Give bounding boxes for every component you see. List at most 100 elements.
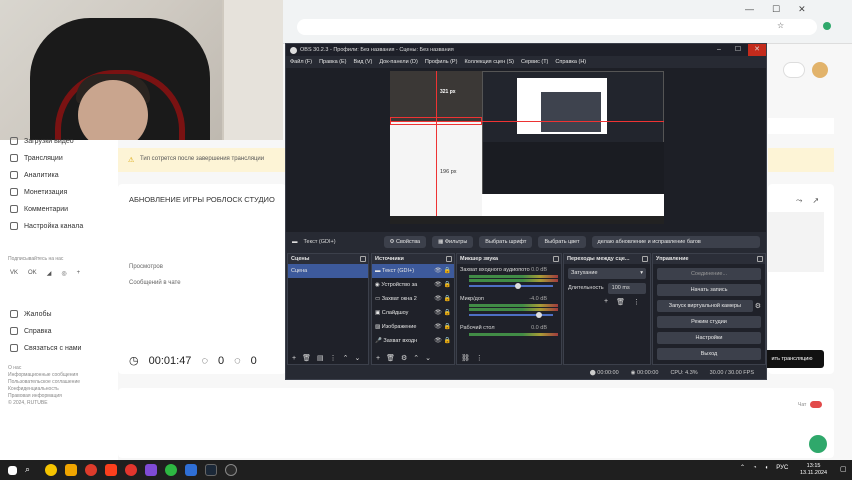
sidebar-item-complaints[interactable]: Жалобы — [10, 310, 52, 318]
bookmark-icon[interactable]: ☆ — [777, 21, 784, 30]
footer-link[interactable]: Информационные сообщения — [8, 372, 80, 379]
source-item[interactable]: ◉ Устройство за 👁 🔒 — [372, 278, 454, 292]
move-down-icon[interactable]: ⌄ — [425, 354, 431, 362]
close-icon[interactable]: ✕ — [798, 4, 806, 14]
move-up-icon[interactable]: ⌃ — [343, 354, 349, 362]
sidebar-item-analytics[interactable]: Аналитика — [10, 171, 59, 179]
tg-icon[interactable]: ◢ — [47, 270, 52, 277]
search-icon[interactable]: ⌕ — [25, 464, 37, 476]
properties-button[interactable]: ⚙ Свойства — [383, 236, 427, 248]
add-icon[interactable]: + — [376, 355, 380, 362]
transition-type-select[interactable]: Затухание ▾ — [568, 268, 646, 279]
external-link-icon[interactable]: ↗ — [812, 196, 819, 206]
scene-item[interactable]: Сцена — [288, 264, 368, 278]
app-icon[interactable] — [45, 464, 57, 476]
game-icon[interactable] — [145, 464, 157, 476]
source-item[interactable]: 🎤 Захват входн 👁 🔒 — [372, 334, 454, 348]
profile-icon[interactable] — [823, 22, 831, 30]
gear-icon[interactable]: ⚙ — [401, 354, 407, 362]
move-up-icon[interactable]: ⌃ — [413, 354, 419, 362]
sidebar-item-uploads[interactable]: Загрузки видео — [10, 137, 74, 145]
store-icon[interactable] — [185, 464, 197, 476]
visibility-lock-icons[interactable]: 👁 🔒 — [434, 264, 451, 278]
support-chat-button[interactable] — [809, 435, 827, 453]
dock-popout-icon[interactable] — [757, 256, 763, 262]
remove-icon[interactable]: 🗑 — [386, 354, 395, 362]
add-icon[interactable]: + — [604, 298, 608, 306]
more-icon[interactable]: ⋮ — [633, 298, 640, 306]
dock-popout-icon[interactable] — [360, 256, 366, 262]
dzen-icon[interactable]: ◎ — [61, 270, 66, 277]
folder-icon[interactable] — [65, 464, 77, 476]
menu-tools[interactable]: Сервис (T) — [521, 59, 548, 65]
menu-file[interactable]: Файл (F) — [290, 59, 312, 65]
sidebar-item-contact[interactable]: Связаться с нами — [10, 344, 81, 352]
source-item[interactable]: ▭ Захват окна 2 👁 🔒 — [372, 292, 454, 306]
link-icon[interactable]: ⛓ — [461, 354, 470, 362]
steam-icon[interactable] — [205, 464, 217, 476]
more-icon[interactable]: + — [77, 270, 81, 277]
studio-mode-button[interactable]: Режим студии — [657, 316, 761, 328]
duration-input[interactable]: 100 ms — [607, 283, 646, 294]
dock-popout-icon[interactable] — [446, 256, 452, 262]
volume-slider[interactable] — [469, 312, 553, 318]
more-icon[interactable]: ⋮ — [330, 354, 337, 362]
chrome-icon[interactable] — [85, 464, 97, 476]
menu-profile[interactable]: Профиль (P) — [425, 59, 458, 65]
connect-button[interactable]: Соединение... — [657, 268, 761, 280]
remove-icon[interactable]: 🗑 — [302, 354, 311, 362]
yandex-icon[interactable] — [105, 464, 117, 476]
source-item[interactable]: ▬ Текст (GDI+) 👁 🔒 — [372, 264, 454, 278]
volume-icon[interactable]: ◖ — [765, 465, 769, 471]
chat-toggle[interactable] — [810, 401, 822, 408]
sidebar-item-monetization[interactable]: Монетизация — [10, 188, 67, 196]
network-icon[interactable]: ◔ — [753, 465, 757, 471]
filters-button[interactable]: ▦ Фильтры — [432, 236, 474, 248]
minimize-icon[interactable]: — — [745, 4, 754, 14]
menu-help[interactable]: Справка (H) — [555, 59, 586, 65]
volume-slider[interactable] — [469, 283, 553, 289]
settings-button[interactable]: Настройки — [657, 332, 761, 344]
dock-popout-icon[interactable] — [642, 256, 648, 262]
menu-edit[interactable]: Правка (E) — [319, 59, 346, 65]
text-content-field[interactable]: делаю абновление и исправление багов — [591, 236, 760, 248]
windows-start-icon[interactable] — [8, 465, 17, 475]
refresh-icon[interactable] — [783, 62, 805, 78]
vk-icon[interactable]: VK — [10, 270, 18, 277]
footer-link[interactable]: Конфиденциальность — [8, 386, 80, 393]
exit-button[interactable]: Выход — [657, 348, 761, 360]
finish-stream-button[interactable]: ить трансляцию — [760, 350, 824, 368]
avatar[interactable] — [812, 62, 828, 78]
sidebar-item-channel-settings[interactable]: Настройка канала — [10, 222, 83, 230]
browser-icon[interactable] — [125, 464, 137, 476]
select-font-button[interactable]: Выбрать шрифт — [479, 236, 533, 248]
sidebar-item-help[interactable]: Справка — [10, 327, 51, 335]
source-item[interactable]: ▨ Изображение 👁 🔒 — [372, 320, 454, 334]
more-icon[interactable]: ⋮ — [476, 354, 483, 362]
ok-icon[interactable]: OK — [28, 270, 37, 277]
tray-chevron-icon[interactable]: ⌃ — [740, 464, 745, 471]
menu-scene-collection[interactable]: Коллекция сцен (S) — [464, 59, 514, 65]
menu-view[interactable]: Вид (V) — [354, 59, 373, 65]
language-indicator[interactable]: РУС — [776, 465, 788, 471]
share-icon[interactable]: ⤳ — [796, 196, 802, 206]
sidebar-item-comments[interactable]: Комментарии — [10, 205, 68, 213]
obs-maximize-icon[interactable]: ☐ — [729, 44, 747, 56]
start-recording-button[interactable]: Начать запись — [657, 284, 761, 296]
add-icon[interactable]: + — [292, 355, 296, 362]
filter-icon[interactable]: ▤ — [317, 354, 324, 362]
volume-slider-knob[interactable] — [515, 283, 522, 289]
start-virtual-camera-button[interactable]: Запуск виртуальной камеры — [657, 300, 753, 312]
notification-icon[interactable]: ▢ — [840, 465, 847, 473]
sidebar-item-broadcasts[interactable]: Трансляции — [10, 154, 63, 162]
obs-preview-canvas[interactable]: 321 px 196 px — [390, 71, 664, 224]
address-bar[interactable] — [297, 19, 817, 35]
source-item[interactable]: ▣ Слайдшоу 👁 🔒 — [372, 306, 454, 320]
chat-app-icon[interactable] — [165, 464, 177, 476]
volume-slider-knob[interactable] — [536, 312, 543, 318]
select-color-button[interactable]: Выбрать цвет — [538, 236, 586, 248]
dock-popout-icon[interactable] — [553, 256, 559, 262]
virtual-camera-settings-icon[interactable]: ⚙ — [755, 302, 761, 310]
restore-icon[interactable]: ☐ — [772, 4, 780, 14]
obs-taskbar-icon[interactable] — [225, 464, 237, 476]
